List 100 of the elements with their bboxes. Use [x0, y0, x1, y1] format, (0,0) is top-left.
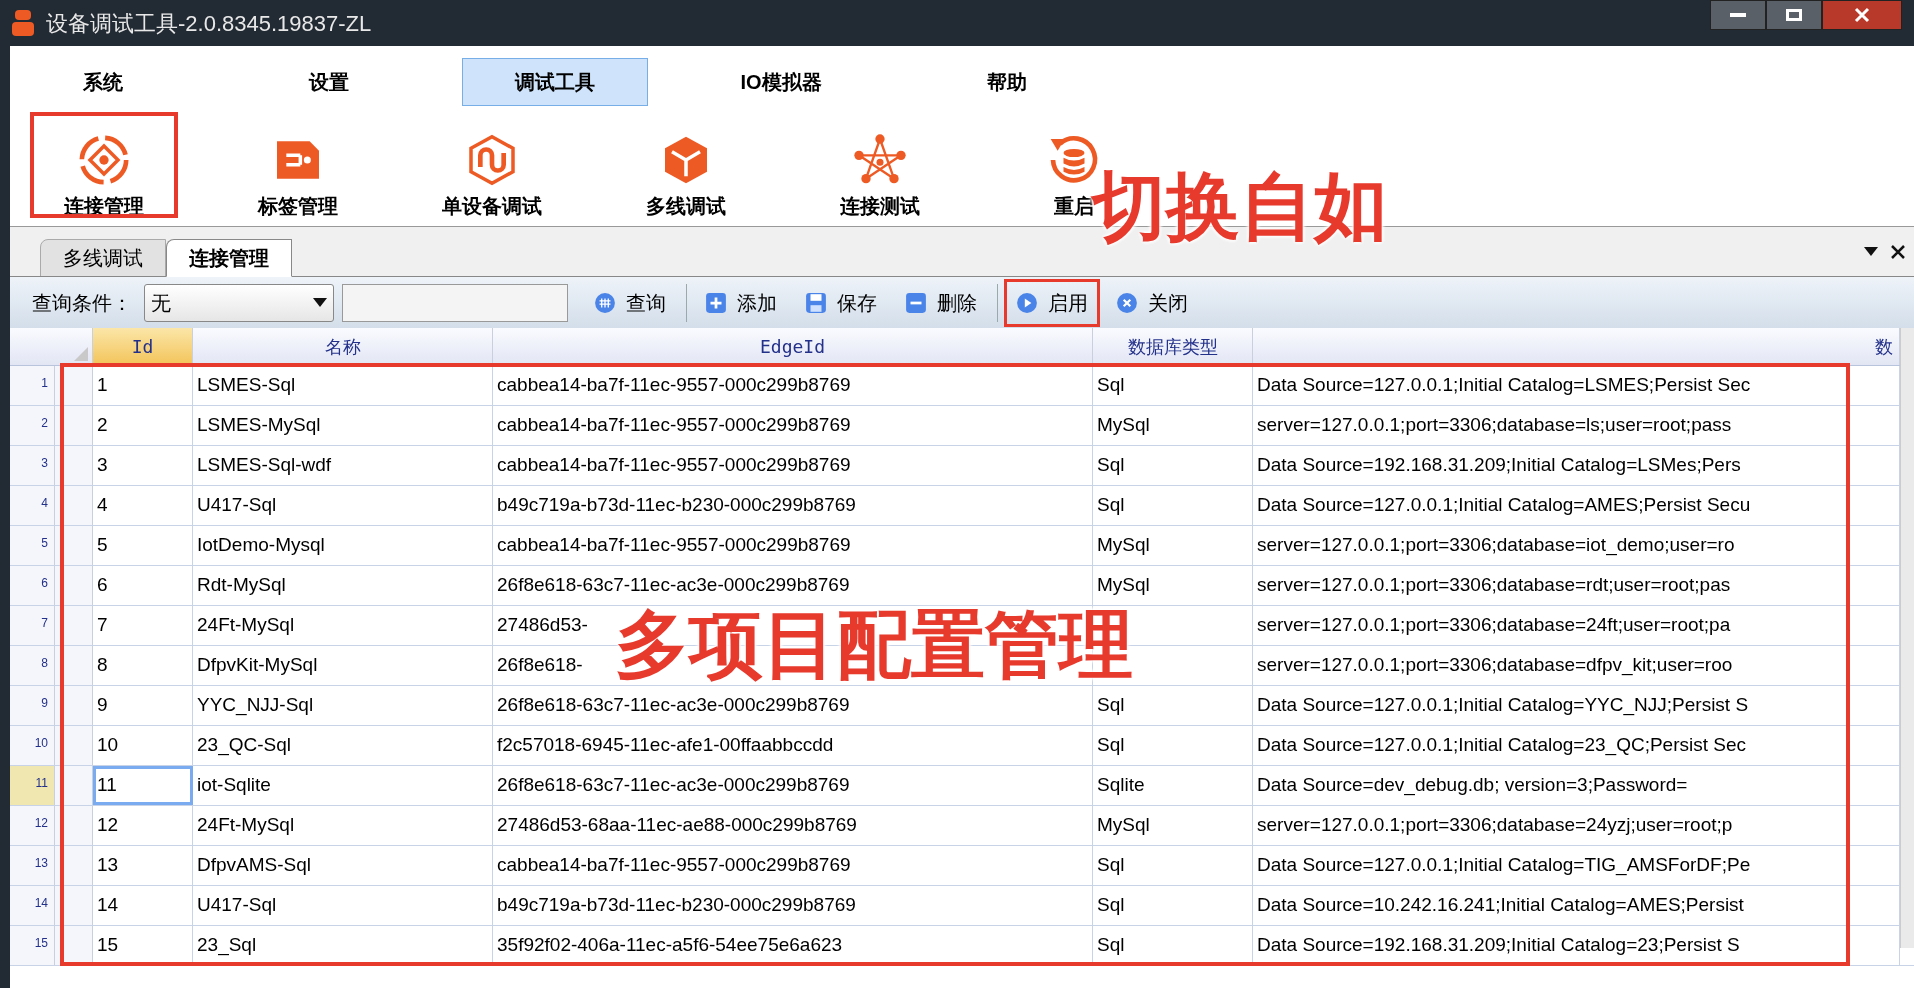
table-cell[interactable]: Sql: [1097, 691, 1125, 720]
condition-dropdown[interactable]: 无: [144, 283, 334, 322]
table-cell[interactable]: 8: [97, 651, 108, 680]
table-cell[interactable]: 10: [97, 731, 119, 760]
table-cell[interactable]: Data Source=127.0.0.1;Initial Catalog=TIG_AMSForDF;Pe: [1257, 851, 1751, 880]
table-cell[interactable]: Data Source=192.168.31.209;Initial Catalog=23;Persist S: [1257, 931, 1740, 960]
table-cell[interactable]: DfpvKit-MySql: [197, 651, 318, 680]
column-header[interactable]: 名称: [193, 328, 493, 365]
table-cell[interactable]: 3: [97, 451, 108, 480]
table-cell[interactable]: 27486d53-: [497, 611, 588, 640]
table-cell[interactable]: IotDemo-Mysql: [197, 531, 325, 560]
ribbon-button[interactable]: 连接测试: [806, 112, 954, 218]
vertical-scrollbar[interactable]: [1900, 328, 1914, 948]
toolbar-button[interactable]: 删除: [893, 283, 989, 322]
table-cell[interactable]: 4: [97, 491, 108, 520]
table-cell[interactable]: cabbea14-ba7f-11ec-9557-000c299b8769: [497, 411, 851, 440]
menu-tab[interactable]: 设置: [236, 58, 422, 106]
table-cell[interactable]: Rdt-MySql: [197, 571, 286, 600]
table-cell[interactable]: server=127.0.0.1;port=3306;database=rdt;user=root;pas: [1257, 571, 1731, 600]
table-cell[interactable]: Sql: [1097, 451, 1125, 480]
toolbar-button[interactable]: 保存: [793, 283, 889, 322]
table-cell[interactable]: Data Source=127.0.0.1;Initial Catalog=AMES;Persist Secu: [1257, 491, 1751, 520]
menu-tab[interactable]: 调试工具: [462, 58, 648, 106]
table-cell[interactable]: cabbea14-ba7f-11ec-9557-000c299b8769: [497, 451, 851, 480]
column-header[interactable]: 数据库类型: [1093, 328, 1253, 365]
table-cell[interactable]: 13: [97, 851, 119, 880]
table-cell[interactable]: 26f8e618-: [497, 651, 583, 680]
table-cell[interactable]: server=127.0.0.1;port=3306;database=ls;user=root;pass: [1257, 411, 1732, 440]
table-cell[interactable]: MySql: [1097, 571, 1150, 600]
table-cell[interactable]: Data Source=dev_debug.db; version=3;Password=: [1257, 771, 1688, 800]
table-cell[interactable]: cabbea14-ba7f-11ec-9557-000c299b8769: [497, 851, 851, 880]
table-cell[interactable]: 14: [97, 891, 119, 920]
table-cell[interactable]: LSMES-Sql-wdf: [197, 451, 332, 480]
menu-tab[interactable]: 帮助: [914, 58, 1100, 106]
column-header[interactable]: EdgeId: [493, 328, 1093, 365]
table-cell[interactable]: Sqlite: [1097, 771, 1145, 800]
table-cell[interactable]: 24Ft-MySql: [197, 811, 295, 840]
document-tab[interactable]: 多线调试: [40, 239, 166, 277]
column-header[interactable]: Id: [93, 328, 193, 365]
dropdown-caret-icon[interactable]: [1864, 246, 1878, 257]
table-cell[interactable]: b49c719a-b73d-11ec-b230-000c299b8769: [497, 491, 856, 520]
table-cell[interactable]: Sql: [1097, 931, 1125, 960]
ribbon-button[interactable]: 标签管理: [224, 112, 372, 218]
table-cell[interactable]: f2c57018-6945-11ec-afe1-00ffaabbccdd: [497, 731, 834, 760]
table-cell[interactable]: 26f8e618-63c7-11ec-ac3e-000c299b8769: [497, 691, 850, 720]
table-cell[interactable]: U417-Sql: [197, 891, 277, 920]
table-cell[interactable]: 5: [97, 531, 108, 560]
document-tab[interactable]: 连接管理: [166, 239, 292, 277]
table-cell[interactable]: Data Source=127.0.0.1;Initial Catalog=YYC_NJJ;Persist S: [1257, 691, 1749, 720]
table-cell[interactable]: MySql: [1097, 811, 1150, 840]
menu-tab[interactable]: 系统: [10, 58, 196, 106]
table-cell[interactable]: 35f92f02-406a-11ec-a5f6-54ee75e6a623: [497, 931, 843, 960]
table-cell[interactable]: Sql: [1097, 371, 1125, 400]
ribbon-button[interactable]: 多线调试: [612, 112, 760, 218]
toolbar-button[interactable]: 关闭: [1104, 283, 1200, 322]
table-cell[interactable]: cabbea14-ba7f-11ec-9557-000c299b8769: [497, 371, 851, 400]
table-cell[interactable]: server=127.0.0.1;port=3306;database=24ft;user=root;pa: [1257, 611, 1731, 640]
toolbar-button[interactable]: 查询: [582, 283, 678, 322]
query-input-field[interactable]: [342, 283, 568, 322]
close-button[interactable]: [1822, 0, 1902, 30]
ribbon-button[interactable]: 单设备调试: [418, 112, 566, 218]
table-cell[interactable]: 26f8e618-63c7-11ec-ac3e-000c299b8769: [497, 771, 850, 800]
table-cell[interactable]: 23_Sql: [197, 931, 257, 960]
table-cell[interactable]: Data Source=192.168.31.209;Initial Catalog=LSMes;Pers: [1257, 451, 1741, 480]
table-cell[interactable]: Sql: [1097, 731, 1125, 760]
menu-tab[interactable]: IO模拟器: [688, 58, 874, 106]
table-cell[interactable]: 12: [97, 811, 119, 840]
table-cell[interactable]: Sql: [1097, 491, 1125, 520]
toolbar-button[interactable]: 添加: [693, 283, 789, 322]
table-cell[interactable]: MySql: [1097, 411, 1150, 440]
table-cell[interactable]: Sql: [1097, 851, 1125, 880]
table-cell[interactable]: U417-Sql: [197, 491, 277, 520]
table-cell[interactable]: 23_QC-Sql: [197, 731, 291, 760]
table-cell[interactable]: MySql: [1097, 531, 1150, 560]
minimize-button[interactable]: [1710, 0, 1766, 30]
toolbar-button[interactable]: 启用: [1004, 278, 1100, 327]
table-cell[interactable]: 15: [97, 931, 119, 960]
table-cell[interactable]: Data Source=127.0.0.1;Initial Catalog=23_QC;Persist Sec: [1257, 731, 1746, 760]
table-cell[interactable]: LSMES-MySql: [197, 411, 321, 440]
table-cell[interactable]: 7: [97, 611, 108, 640]
table-cell[interactable]: Data Source=127.0.0.1;Initial Catalog=LSMES;Persist Sec: [1257, 371, 1751, 400]
table-cell[interactable]: Data Source=10.242.16.241;Initial Catalog=AMES;Persist: [1257, 891, 1744, 920]
table-cell[interactable]: 9: [97, 691, 108, 720]
table-cell[interactable]: YYC_NJJ-Sql: [197, 691, 314, 720]
table-cell[interactable]: b49c719a-b73d-11ec-b230-000c299b8769: [497, 891, 856, 920]
table-cell[interactable]: DfpvAMS-Sql: [197, 851, 312, 880]
table-cell[interactable]: 11: [93, 766, 193, 805]
table-cell[interactable]: LSMES-Sql: [197, 371, 296, 400]
table-cell[interactable]: 24Ft-MySql: [197, 611, 295, 640]
maximize-button[interactable]: [1766, 0, 1822, 30]
table-cell[interactable]: 26f8e618-63c7-11ec-ac3e-000c299b8769: [497, 571, 850, 600]
table-cell[interactable]: iot-Sqlite: [197, 771, 271, 800]
table-cell[interactable]: cabbea14-ba7f-11ec-9557-000c299b8769: [497, 531, 851, 560]
table-cell[interactable]: server=127.0.0.1;port=3306;database=dfpv_kit;user=roo: [1257, 651, 1733, 680]
table-cell[interactable]: 6: [97, 571, 108, 600]
table-cell[interactable]: Sql: [1097, 891, 1125, 920]
table-cell[interactable]: server=127.0.0.1;port=3306;database=24yzj;user=root;p: [1257, 811, 1733, 840]
table-cell[interactable]: 2: [97, 411, 108, 440]
table-cell[interactable]: server=127.0.0.1;port=3306;database=iot_demo;user=ro: [1257, 531, 1735, 560]
table-cell[interactable]: 27486d53-68aa-11ec-ae88-000c299b8769: [497, 811, 857, 840]
